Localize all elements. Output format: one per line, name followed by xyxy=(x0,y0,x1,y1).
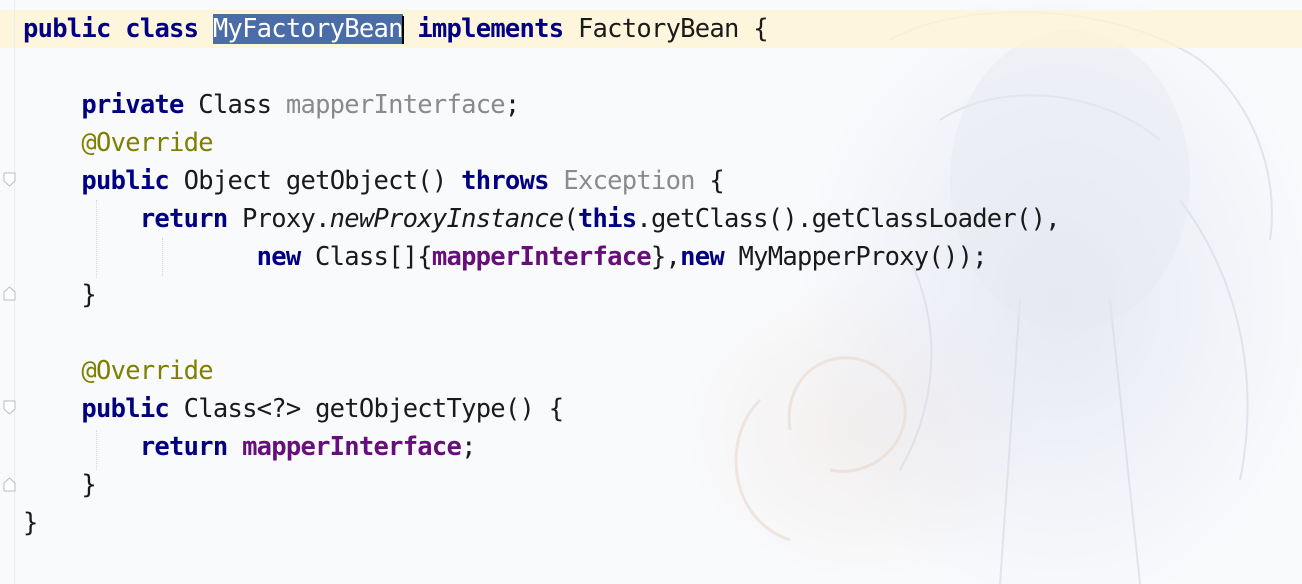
code-line[interactable]: } xyxy=(23,276,1060,314)
fold-open-icon[interactable] xyxy=(3,400,16,415)
code-line[interactable]: return Proxy.newProxyInstance(this.getCl… xyxy=(23,200,1061,238)
code-token: ; xyxy=(461,432,476,462)
code-token: Proxy. xyxy=(227,204,330,234)
selected-identifier: MyFactoryBean xyxy=(212,14,403,44)
code-token-type: Class xyxy=(198,90,272,120)
code-token-kw: new xyxy=(680,242,725,272)
code-token-field: mapperInterface xyxy=(242,432,462,462)
code-token-anno: @Override xyxy=(81,128,213,158)
code-line[interactable] xyxy=(23,48,1060,86)
code-token-anno: @Override xyxy=(81,356,213,386)
code-line[interactable]: } xyxy=(23,466,1060,504)
code-token-kw: public xyxy=(81,394,170,424)
code-token: } xyxy=(23,280,97,310)
fold-close-icon[interactable] xyxy=(3,286,16,301)
code-token: } xyxy=(23,470,97,500)
source-code[interactable]: public class MyFactoryBean implements Fa… xyxy=(23,10,1061,542)
code-line[interactable]: } xyxy=(23,504,1060,542)
code-token: { xyxy=(694,166,724,196)
code-token-kw: class xyxy=(125,14,199,44)
code-token-type: Object xyxy=(183,166,272,196)
fold-close-icon[interactable] xyxy=(3,477,16,492)
code-token: ( xyxy=(563,204,578,234)
code-token-static-call: newProxyInstance xyxy=(329,204,564,234)
code-token-field-unused: mapperInterface xyxy=(285,90,506,120)
code-token: }, xyxy=(650,242,681,272)
code-token-type: FactoryBean xyxy=(577,14,739,44)
code-token-kw: this xyxy=(577,204,637,234)
code-line[interactable]: @Override xyxy=(23,124,1060,162)
code-line[interactable] xyxy=(23,314,1060,352)
code-line[interactable]: public class MyFactoryBean implements Fa… xyxy=(23,10,1060,48)
code-token-kw: return xyxy=(139,204,228,234)
code-token: .getClass().getClassLoader(), xyxy=(636,204,1060,234)
code-line[interactable]: @Override xyxy=(23,352,1060,390)
code-token-field: mapperInterface xyxy=(431,242,652,272)
code-token: Class[]{ xyxy=(300,242,433,272)
code-token-exc: Exception xyxy=(563,166,695,196)
code-token-kw: public xyxy=(23,14,111,44)
code-token: } xyxy=(23,508,38,538)
code-line[interactable]: private Class mapperInterface; xyxy=(23,86,1060,124)
code-token: { xyxy=(738,14,768,44)
code-editor[interactable]: public class MyFactoryBean implements Fa… xyxy=(0,0,1302,584)
code-token-kw: throws xyxy=(461,166,549,196)
code-token-kw: public xyxy=(81,166,170,196)
code-line[interactable]: new Class[]{mapperInterface},new MyMappe… xyxy=(23,238,1060,276)
code-token-kw: implements xyxy=(417,14,564,44)
code-token-kw: private xyxy=(81,90,184,120)
code-line[interactable]: public Class<?> getObjectType() { xyxy=(23,390,1060,428)
code-token-type: Class xyxy=(183,394,258,424)
fold-open-icon[interactable] xyxy=(3,172,16,187)
code-token-kw: new xyxy=(256,242,302,272)
code-token-kw: return xyxy=(139,432,228,462)
code-token: MyMapperProxy()); xyxy=(723,242,988,272)
code-line[interactable]: public Object getObject() throws Excepti… xyxy=(23,162,1060,200)
code-token: <?> getObjectType() { xyxy=(256,394,564,424)
code-token: ; xyxy=(504,90,520,120)
code-token: getObject() xyxy=(271,166,462,196)
code-line[interactable]: return mapperInterface; xyxy=(23,428,1060,466)
